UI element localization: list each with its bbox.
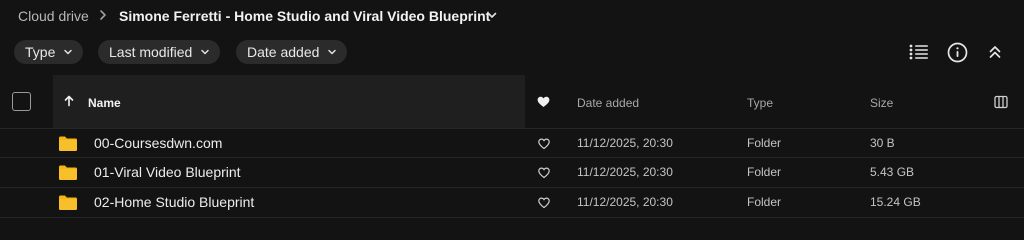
info-button[interactable]	[946, 41, 968, 63]
chevron-right-icon	[100, 10, 106, 20]
type-cell: Folder	[747, 165, 782, 179]
favorite-filled-icon[interactable]	[537, 96, 550, 108]
date-added-cell: 11/12/2025, 20:30	[577, 195, 673, 209]
column-header-type[interactable]: Type	[747, 96, 773, 110]
chevron-down-icon	[201, 49, 210, 55]
name-column-header[interactable]	[53, 75, 525, 128]
folder-icon	[59, 136, 77, 151]
type-cell: Folder	[747, 136, 782, 150]
info-icon	[947, 42, 967, 62]
size-cell: 30 B	[870, 136, 895, 150]
chevron-down-icon	[64, 49, 73, 55]
favorite-outline-icon[interactable]	[538, 138, 550, 150]
favorite-outline-icon[interactable]	[538, 197, 550, 209]
select-all-checkbox[interactable]	[12, 92, 31, 111]
date-added-cell: 11/12/2025, 20:30	[577, 136, 673, 150]
collapse-button[interactable]	[984, 41, 1006, 63]
favorite-outline-icon[interactable]	[538, 167, 550, 179]
collapse-icon	[989, 46, 1001, 58]
column-header-size[interactable]: Size	[870, 96, 893, 110]
filter-last-modified-label: Last modified	[109, 44, 193, 60]
filter-last-modified-button[interactable]: Last modified	[98, 40, 221, 64]
breadcrumb-current[interactable]: Simone Ferretti - Home Studio and Viral …	[119, 7, 490, 25]
filter-date-added-button[interactable]: Date added	[236, 40, 348, 64]
column-header-name[interactable]: Name	[88, 96, 121, 110]
column-header-date-added[interactable]: Date added	[577, 96, 639, 110]
list-view-button[interactable]	[908, 41, 930, 63]
chevron-down-icon	[328, 49, 337, 55]
breadcrumb-root[interactable]: Cloud drive	[18, 7, 89, 25]
date-added-cell: 11/12/2025, 20:30	[577, 165, 673, 179]
file-name[interactable]: 01-Viral Video Blueprint	[94, 164, 241, 180]
file-name[interactable]: 02-Home Studio Blueprint	[94, 194, 254, 210]
chevron-down-icon[interactable]	[486, 9, 498, 21]
sort-ascending-icon[interactable]	[63, 95, 75, 107]
filter-type-label: Type	[25, 44, 56, 60]
list-view-icon	[909, 44, 928, 60]
columns-icon[interactable]	[994, 95, 1008, 109]
file-name[interactable]: 00-Coursesdwn.com	[94, 135, 222, 151]
size-cell: 15.24 GB	[870, 195, 921, 209]
table-row[interactable]: 02-Home Studio Blueprint 11/12/2025, 20:…	[0, 188, 1024, 218]
table-row[interactable]: 01-Viral Video Blueprint 11/12/2025, 20:…	[0, 158, 1024, 188]
table-row[interactable]: 00-Coursesdwn.com 11/12/2025, 20:30 Fold…	[0, 128, 1024, 158]
filter-date-added-label: Date added	[247, 44, 320, 60]
folder-icon	[59, 195, 77, 210]
type-cell: Folder	[747, 195, 782, 209]
size-cell: 5.43 GB	[870, 165, 915, 179]
folder-icon	[59, 165, 77, 180]
filter-type-button[interactable]: Type	[14, 40, 84, 64]
